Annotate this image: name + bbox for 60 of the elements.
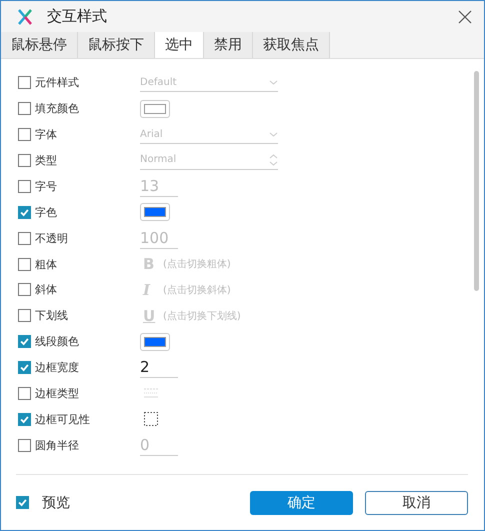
checkbox[interactable]	[18, 180, 31, 193]
checkbox[interactable]	[18, 76, 31, 90]
checkbox[interactable]	[18, 258, 31, 271]
checkbox[interactable]	[18, 335, 31, 348]
number-field[interactable]: 2	[140, 357, 178, 378]
property-label: 圆角半径	[35, 438, 80, 453]
checkbox[interactable]	[18, 361, 31, 374]
checkbox[interactable]	[18, 102, 31, 116]
checkbox[interactable]	[18, 206, 31, 219]
window-title: 交互样式	[47, 7, 108, 26]
hint-text: (点击切换斜体)	[163, 284, 231, 297]
dropdown-field[interactable]: Arial	[140, 125, 278, 144]
checkbox[interactable]	[16, 496, 29, 509]
dropdown-field[interactable]: Normal	[140, 150, 278, 170]
checkbox[interactable]	[18, 386, 31, 400]
number-field[interactable]: 13	[140, 176, 178, 197]
close-button[interactable]	[458, 10, 472, 24]
tab[interactable]: 鼠标悬停	[1, 32, 78, 58]
checkbox[interactable]	[18, 412, 31, 426]
chevron-down-icon	[269, 78, 278, 87]
property-label: 斜体	[35, 282, 58, 298]
cancel-button[interactable]: 取消	[365, 490, 468, 514]
property-label: 填充颜色	[35, 101, 80, 116]
property-label: 边框宽度	[35, 360, 80, 376]
spinner-icon	[269, 152, 278, 167]
checkbox[interactable]	[18, 154, 31, 167]
preview-label: 预览	[42, 494, 70, 512]
hint-text: (点击切换粗体)	[163, 258, 231, 272]
tab[interactable]: 获取焦点	[253, 32, 330, 58]
number-field[interactable]: 0	[140, 434, 178, 456]
checkbox[interactable]	[18, 232, 31, 245]
property-label: 类型	[35, 152, 58, 168]
checkbox[interactable]	[18, 128, 31, 142]
property-label: 不透明	[35, 230, 69, 246]
property-label: 边框可见性	[35, 412, 91, 427]
property-label: 粗体	[35, 256, 58, 272]
color-swatch[interactable]	[140, 332, 170, 351]
tab[interactable]: 鼠标按下	[78, 32, 155, 58]
checkbox[interactable]	[18, 438, 31, 452]
border-icon[interactable]	[143, 411, 159, 428]
chevron-down-icon	[269, 130, 278, 139]
scrollbar-thumb[interactable]	[474, 71, 479, 291]
property-label: 下划线	[35, 308, 69, 324]
property-label: 边框类型	[35, 386, 80, 401]
checkbox[interactable]	[18, 309, 31, 322]
ok-button[interactable]: 确定	[250, 490, 353, 514]
hint-text: (点击切换下划线)	[163, 310, 241, 323]
property-label: 元件样式	[35, 75, 80, 90]
tab[interactable]: 禁用	[204, 32, 253, 58]
dropdown-field[interactable]: Default	[140, 73, 278, 92]
property-label: 线段颜色	[35, 334, 80, 350]
logo-icon	[17, 8, 33, 24]
checkbox[interactable]	[18, 283, 31, 296]
color-swatch[interactable]	[140, 100, 170, 118]
color-swatch[interactable]	[140, 203, 170, 222]
number-field[interactable]: 100	[140, 228, 178, 249]
property-label: 字号	[35, 178, 58, 194]
tab[interactable]: 选中	[155, 32, 204, 58]
property-label: 字体	[35, 127, 58, 142]
property-label: 字色	[35, 204, 58, 220]
